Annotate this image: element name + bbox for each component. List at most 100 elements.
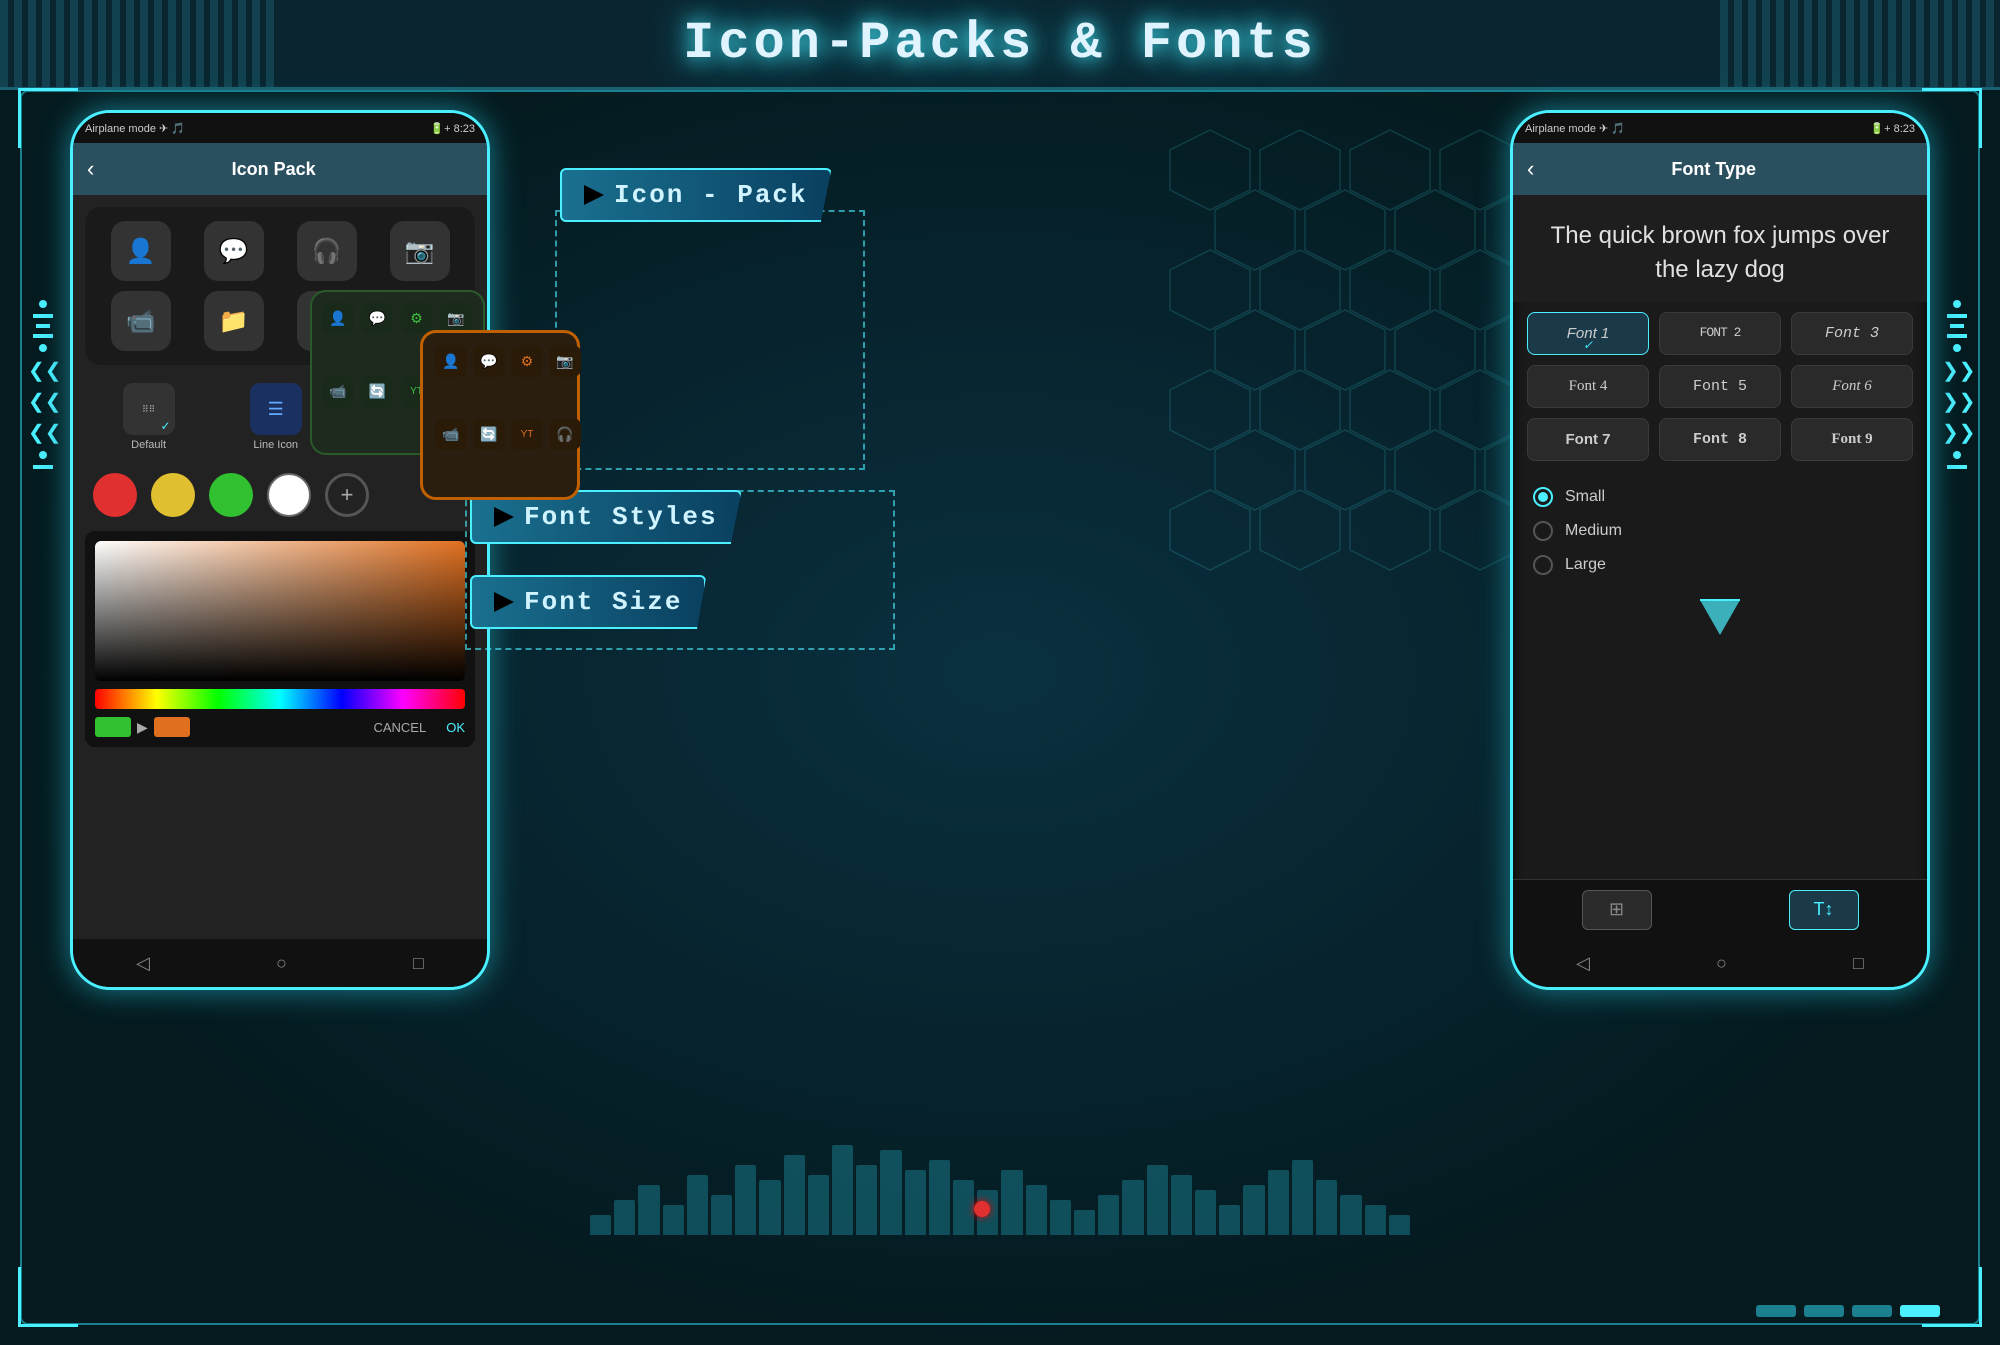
corner-tl xyxy=(18,88,78,148)
font-cell-9[interactable]: Font 9 xyxy=(1791,418,1913,461)
bottom-dots xyxy=(1756,1305,1940,1317)
eq-bar xyxy=(638,1185,659,1235)
nav-home-icon[interactable]: ○ xyxy=(276,953,287,974)
right-phone-nav: ◁ ○ □ xyxy=(1513,939,1927,987)
float-icon-o6: 🔄 xyxy=(473,418,505,450)
icon-headset[interactable]: 🎧 xyxy=(297,221,357,281)
font-preview-text: The quick brown fox jumps over the lazy … xyxy=(1533,219,1907,286)
eq-bar xyxy=(1171,1175,1192,1235)
right-phone-header: ‹ Font Type xyxy=(1513,143,1927,195)
radio-small-outer xyxy=(1533,487,1553,507)
eq-bar xyxy=(1292,1160,1313,1235)
eq-bar xyxy=(1026,1185,1047,1235)
size-indicator xyxy=(1513,591,1927,639)
eq-bar xyxy=(590,1215,611,1235)
callout-font-size-label: Font Size xyxy=(470,575,706,629)
right-back-button[interactable]: ‹ xyxy=(1527,156,1534,182)
side-decor-left: ❮❮ ❮❮ ❮❮ xyxy=(28,300,58,469)
dot-1 xyxy=(1756,1305,1796,1317)
color-picker-hue[interactable] xyxy=(95,689,465,709)
size-radio-group: Small Medium Large xyxy=(1513,471,1927,591)
color-picker-gradient[interactable] xyxy=(95,541,465,681)
icon-video[interactable]: 📹 xyxy=(111,291,171,351)
font-cell-4[interactable]: Font 4 xyxy=(1527,365,1649,408)
icon-folder[interactable]: 📁 xyxy=(204,291,264,351)
cancel-button[interactable]: CANCEL xyxy=(373,720,426,735)
red-dot xyxy=(974,1201,990,1217)
eq-bar xyxy=(1365,1205,1386,1235)
eq-bar xyxy=(711,1195,732,1235)
nav-back-icon[interactable]: ◁ xyxy=(136,953,150,974)
icon-camera[interactable]: 📷 xyxy=(390,221,450,281)
screen-title: Icon Pack xyxy=(104,159,443,180)
status-right: 🔋+ 8:23 xyxy=(430,122,475,135)
picker-actions: CANCEL OK xyxy=(373,720,465,735)
callout-icon-pack-label: Icon - Pack xyxy=(560,168,832,222)
phone-left: Airplane mode ✈ 🎵 🔋+ 8:23 ‹ Icon Pack 👤 … xyxy=(70,110,490,990)
eq-bar xyxy=(663,1205,684,1235)
float-icon-o1: 👤 xyxy=(435,345,467,377)
float-icon-o3: ⚙ xyxy=(511,345,543,377)
float-icon-o7: YT xyxy=(511,418,543,450)
color-row: + xyxy=(85,469,475,521)
color-yellow[interactable] xyxy=(151,473,195,517)
color-green[interactable] xyxy=(209,473,253,517)
page-title: Icon-Packs & Fonts xyxy=(683,14,1317,73)
font-cell-1[interactable]: Font 1 ✓ xyxy=(1527,312,1649,355)
dot-4 xyxy=(1900,1305,1940,1317)
float-icon-5: 📹 xyxy=(322,376,354,408)
right-nav-back-icon[interactable]: ◁ xyxy=(1576,953,1590,974)
left-phone-status-bar: Airplane mode ✈ 🎵 🔋+ 8:23 xyxy=(73,113,487,143)
icon-person[interactable]: 👤 xyxy=(111,221,171,281)
eq-bar xyxy=(1098,1195,1119,1235)
eq-bar xyxy=(953,1180,974,1235)
color-red[interactable] xyxy=(93,473,137,517)
eq-bar xyxy=(735,1165,756,1235)
font-cell-8[interactable]: Font 8 xyxy=(1659,418,1781,461)
font-cell-7[interactable]: Font 7 xyxy=(1527,418,1649,461)
font-cell-3[interactable]: Font 3 xyxy=(1791,312,1913,355)
float-icon-2: 💬 xyxy=(361,302,393,334)
corner-br xyxy=(1922,1267,1982,1327)
eq-bar xyxy=(1243,1185,1264,1235)
size-small-label: Small xyxy=(1565,488,1605,506)
size-small[interactable]: Small xyxy=(1533,487,1907,507)
font-cell-6[interactable]: Font 6 xyxy=(1791,365,1913,408)
eq-bar xyxy=(880,1150,901,1235)
ok-button[interactable]: OK xyxy=(446,720,465,735)
eq-bar xyxy=(1268,1170,1289,1235)
float-icon-o8: 🎧 xyxy=(549,418,581,450)
font-grid: Font 1 ✓ FONT 2 Font 3 Font 4 Font 5 Fon… xyxy=(1513,302,1927,471)
color-swatch-from xyxy=(95,717,131,737)
line-thumb: ☰ xyxy=(250,383,302,435)
right-phone-status-bar: Airplane mode ✈ 🎵 🔋+ 8:23 xyxy=(1513,113,1927,143)
color-white[interactable] xyxy=(267,473,311,517)
size-large[interactable]: Large xyxy=(1533,555,1907,575)
color-add-button[interactable]: + xyxy=(325,473,369,517)
eq-bar xyxy=(1147,1165,1168,1235)
left-phone-nav: ◁ ○ □ xyxy=(73,939,487,987)
default-check: ✓ xyxy=(161,419,171,433)
color-picker: ▶ CANCEL OK xyxy=(85,531,475,747)
right-nav-recents-icon[interactable]: □ xyxy=(1853,953,1864,974)
radio-medium-outer xyxy=(1533,521,1553,541)
toolbar-font-icon[interactable]: T↕ xyxy=(1789,890,1859,930)
eq-bar xyxy=(856,1165,877,1235)
toolbar-grid-icon[interactable]: ⊞ xyxy=(1582,890,1652,930)
back-button[interactable]: ‹ xyxy=(87,156,94,182)
size-medium[interactable]: Medium xyxy=(1533,521,1907,541)
nav-recents-icon[interactable]: □ xyxy=(413,953,424,974)
corner-tr xyxy=(1922,88,1982,148)
icon-message[interactable]: 💬 xyxy=(204,221,264,281)
eq-bar xyxy=(614,1200,635,1235)
icon-type-default[interactable]: ⠿⠿ ✓ Default xyxy=(123,383,175,451)
eq-bar xyxy=(1122,1180,1143,1235)
font-cell-5[interactable]: Font 5 xyxy=(1659,365,1781,408)
icon-type-line[interactable]: ☰ Line Icon xyxy=(250,383,302,451)
right-nav-home-icon[interactable]: ○ xyxy=(1716,953,1727,974)
dot-2 xyxy=(1804,1305,1844,1317)
font-cell-2[interactable]: FONT 2 xyxy=(1659,312,1781,355)
size-medium-label: Medium xyxy=(1565,522,1622,540)
eq-bar xyxy=(929,1160,950,1235)
radio-large-outer xyxy=(1533,555,1553,575)
